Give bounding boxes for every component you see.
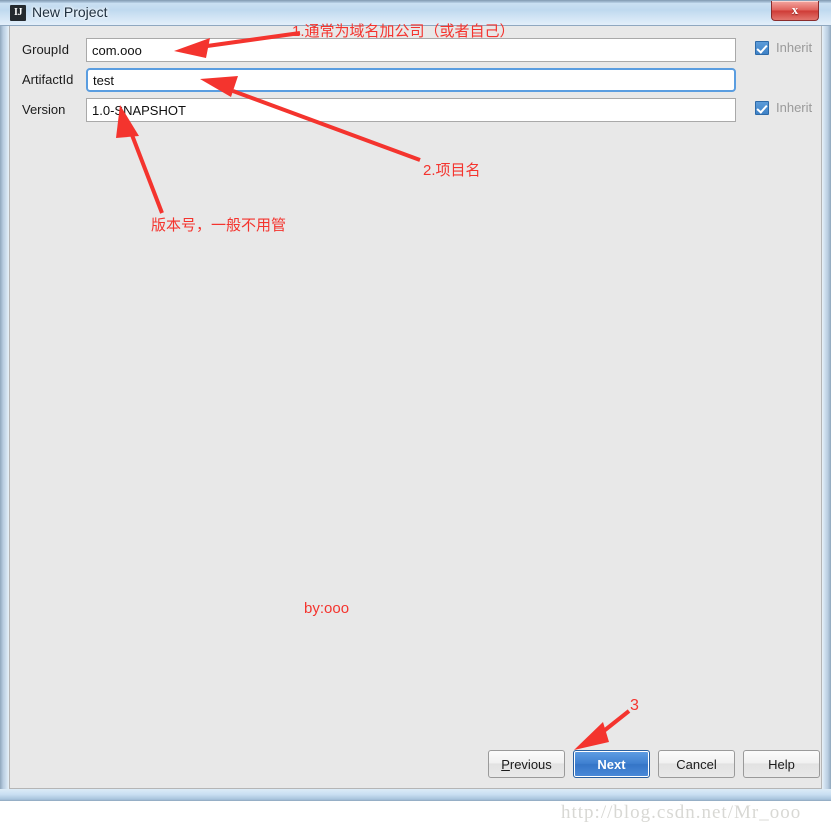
version-inherit-checkbox[interactable] <box>755 101 769 115</box>
dialog-content: GroupId Inherit ArtifactId Version Inher… <box>9 26 822 823</box>
close-button[interactable]: x <box>771 1 819 21</box>
close-icon: x <box>791 2 799 17</box>
next-button[interactable]: Next <box>573 750 650 778</box>
cancel-button[interactable]: Cancel <box>658 750 735 778</box>
watermark-text: http://blog.csdn.net/Mr_ooo <box>561 802 802 823</box>
form-row-artifactid: ArtifactId <box>10 68 821 94</box>
form-row-version: Version Inherit <box>10 98 821 124</box>
window-frame-left <box>0 0 9 801</box>
version-inherit-group[interactable]: Inherit <box>755 100 831 119</box>
groupid-inherit-checkbox[interactable] <box>755 41 769 55</box>
artifactid-label: ArtifactId <box>22 72 74 87</box>
groupid-input[interactable] <box>86 38 736 62</box>
window-frame-bottom <box>0 789 831 801</box>
groupid-inherit-label: Inherit <box>776 40 813 55</box>
version-input[interactable] <box>86 98 736 122</box>
signature-text: by:ooo <box>304 600 350 617</box>
dialog-button-bar: Previous Next Cancel Help <box>10 750 821 780</box>
previous-button-mnemonic: P <box>501 756 510 772</box>
groupid-inherit-group[interactable]: Inherit <box>755 40 831 59</box>
form-row-groupid: GroupId Inherit <box>10 38 821 64</box>
new-project-dialog: IJ New Project x GroupId Inherit Artifac… <box>0 0 831 823</box>
version-inherit-label: Inherit <box>776 100 813 115</box>
groupid-label: GroupId <box>22 42 69 57</box>
version-label: Version <box>22 102 66 117</box>
intellij-idea-icon: IJ <box>10 5 26 21</box>
help-button[interactable]: Help <box>743 750 820 778</box>
window-title: New Project <box>32 4 108 20</box>
artifactid-input[interactable] <box>86 68 736 92</box>
window-frame-right <box>822 0 831 801</box>
previous-button-label: revious <box>509 756 552 772</box>
title-bar[interactable]: IJ New Project x <box>0 0 831 26</box>
previous-button[interactable]: Previous <box>488 750 565 778</box>
